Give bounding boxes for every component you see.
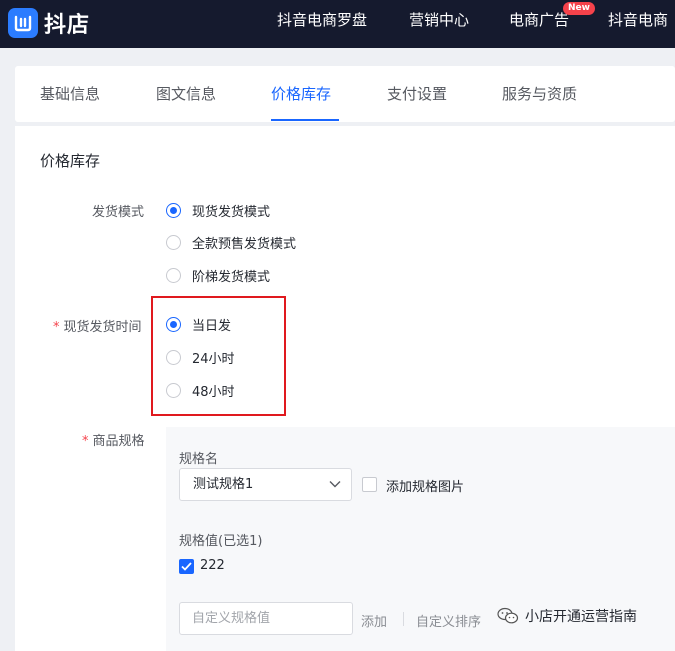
radio-label: 当日发 [192, 319, 232, 334]
new-badge: New [563, 2, 595, 15]
add-spec-image-checkbox[interactable] [362, 477, 377, 492]
radio-label: 现货发货模式 [192, 205, 271, 220]
radio-spot-delivery[interactable]: 现货发货模式 [166, 201, 270, 220]
radio-label: 阶梯发货模式 [192, 270, 271, 285]
chevron-down-icon [329, 481, 341, 488]
radio-unchecked-icon [166, 383, 181, 398]
radio-label: 全款预售发货模式 [192, 237, 297, 252]
custom-spec-input[interactable] [179, 602, 353, 635]
spec-name-select[interactable]: 测试规格1 [179, 468, 352, 501]
spec-value-checkbox[interactable] [179, 559, 194, 574]
spec-name-value: 测试规格1 [193, 477, 254, 492]
custom-sort-button[interactable]: 自定义排序 [416, 611, 481, 630]
logo-text: 抖店 [44, 13, 91, 38]
radio-48-hours[interactable]: 48小时 [166, 381, 235, 400]
custom-spec-field[interactable] [180, 603, 352, 634]
nav-douyin-ecommerce[interactable]: 抖音电商 [608, 0, 668, 48]
radio-same-day[interactable]: 当日发 [166, 315, 231, 334]
radio-label: 24小时 [192, 352, 235, 367]
radio-full-presale[interactable]: 全款预售发货模式 [166, 233, 296, 252]
add-spec-image-label: 添加规格图片 [386, 480, 465, 495]
watermark: 小店开通运营指南 [497, 606, 637, 626]
delivery-time-label: * 现货发货时间 [53, 320, 142, 335]
tab-payment[interactable]: 支付设置 [387, 66, 447, 122]
nav-ads[interactable]: 电商广告 [509, 0, 569, 48]
radio-label: 48小时 [192, 385, 235, 400]
active-tab-indicator [271, 119, 339, 121]
spec-name-label: 规格名 [179, 452, 219, 467]
check-icon [181, 562, 192, 571]
nav-compass[interactable]: 抖音电商罗盘 [277, 0, 367, 48]
tab-service-qualification[interactable]: 服务与资质 [502, 66, 577, 122]
required-mark: * [82, 434, 89, 449]
radio-checked-icon [166, 203, 181, 218]
radio-24-hours[interactable]: 24小时 [166, 348, 235, 367]
radio-unchecked-icon [166, 350, 181, 365]
tab-image-text[interactable]: 图文信息 [156, 66, 216, 122]
add-button[interactable]: 添加 [361, 611, 387, 630]
spec-values-label: 规格值(已选1) [179, 534, 263, 549]
spec-value-item: 222 [200, 558, 225, 573]
section-title: 价格库存 [40, 152, 101, 170]
divider [403, 612, 404, 626]
required-mark: * [53, 320, 60, 335]
tab-basic-info[interactable]: 基础信息 [40, 66, 100, 122]
watermark-text: 小店开通运营指南 [525, 609, 637, 625]
radio-checked-icon [166, 317, 181, 332]
tab-price-stock[interactable]: 价格库存 [271, 66, 331, 122]
radio-unchecked-icon [166, 268, 181, 283]
wechat-icon [497, 607, 519, 624]
radio-tiered-delivery[interactable]: 阶梯发货模式 [166, 266, 270, 285]
logo[interactable]: 抖店 [8, 6, 90, 40]
delivery-mode-label: 发货模式 [92, 205, 145, 220]
nav-marketing[interactable]: 营销中心 [409, 0, 469, 48]
product-spec-label: * 商品规格 [82, 434, 145, 449]
radio-unchecked-icon [166, 235, 181, 250]
logo-icon [8, 8, 38, 38]
top-bar: 抖店 抖音电商罗盘 营销中心 电商广告 New 抖音电商 [0, 0, 675, 48]
